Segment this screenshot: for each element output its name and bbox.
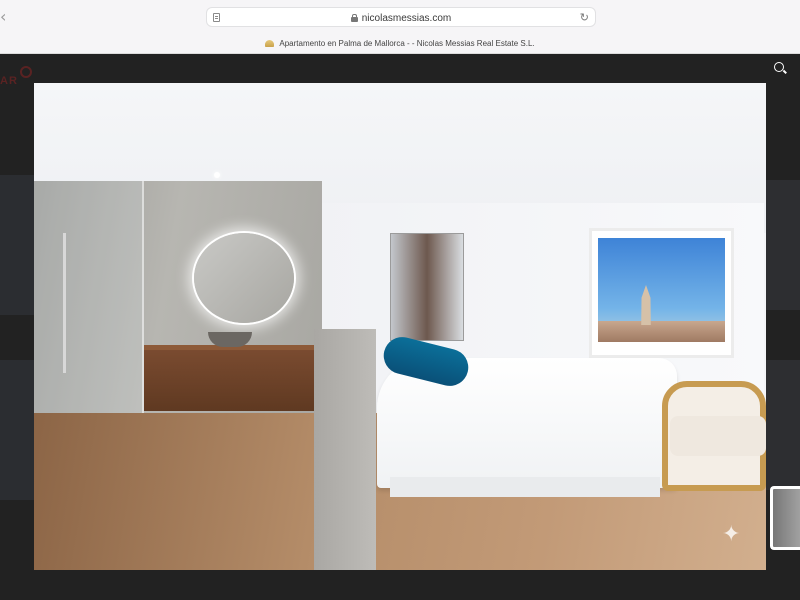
url-text: nicolasmessias.com — [361, 12, 452, 24]
artwork — [390, 233, 464, 341]
bed-frame — [390, 477, 660, 497]
url-display[interactable]: nicolasmessias.com — [207, 8, 595, 28]
tab-title: Apartamento en Palma de Mallorca - - Nic… — [279, 39, 535, 48]
browser-toolbar: ‹ nicolasmessias.com ↻ Apartamento en Pa… — [0, 0, 800, 54]
chevron-left-icon[interactable]: ‹ — [0, 8, 14, 26]
ceiling-light — [214, 172, 220, 178]
address-bar[interactable]: nicolasmessias.com ↻ — [206, 7, 596, 27]
site-logo[interactable]: AR — [0, 75, 18, 87]
sparkle-icon[interactable]: ✦ — [722, 524, 744, 546]
city-view — [598, 321, 725, 342]
active-tab[interactable]: Apartamento en Palma de Mallorca - - Nic… — [0, 34, 800, 53]
site-logo-mark[interactable] — [20, 66, 32, 78]
lightbox-photo — [34, 83, 766, 570]
background-image-tile — [0, 175, 34, 315]
site-favicon — [265, 40, 275, 47]
search-icon[interactable] — [774, 62, 784, 72]
background-image-tile — [0, 360, 34, 500]
background-image-tile — [766, 180, 800, 310]
shower-fixture — [63, 233, 66, 373]
reload-icon[interactable]: ↻ — [580, 11, 589, 25]
partition-wall — [314, 329, 376, 570]
window — [589, 228, 734, 358]
thumbnail-image[interactable] — [770, 486, 800, 550]
round-mirror — [194, 233, 294, 323]
background-image-tile — [766, 360, 800, 490]
wood-vanity — [144, 345, 314, 411]
chair-cushion — [670, 416, 766, 456]
lock-icon — [350, 14, 358, 22]
